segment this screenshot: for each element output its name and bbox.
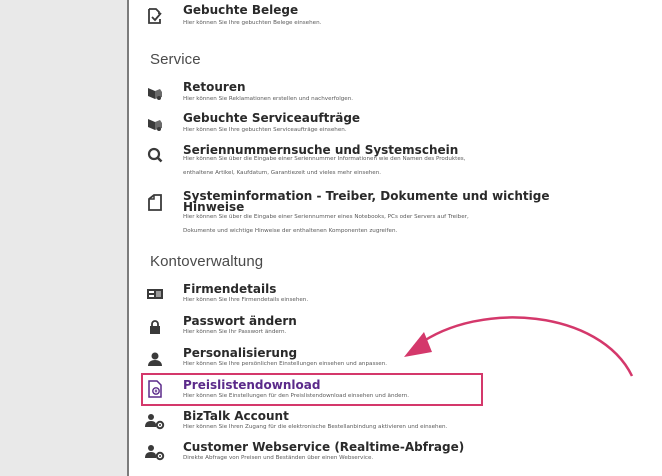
annotation-arrow [404, 316, 634, 377]
